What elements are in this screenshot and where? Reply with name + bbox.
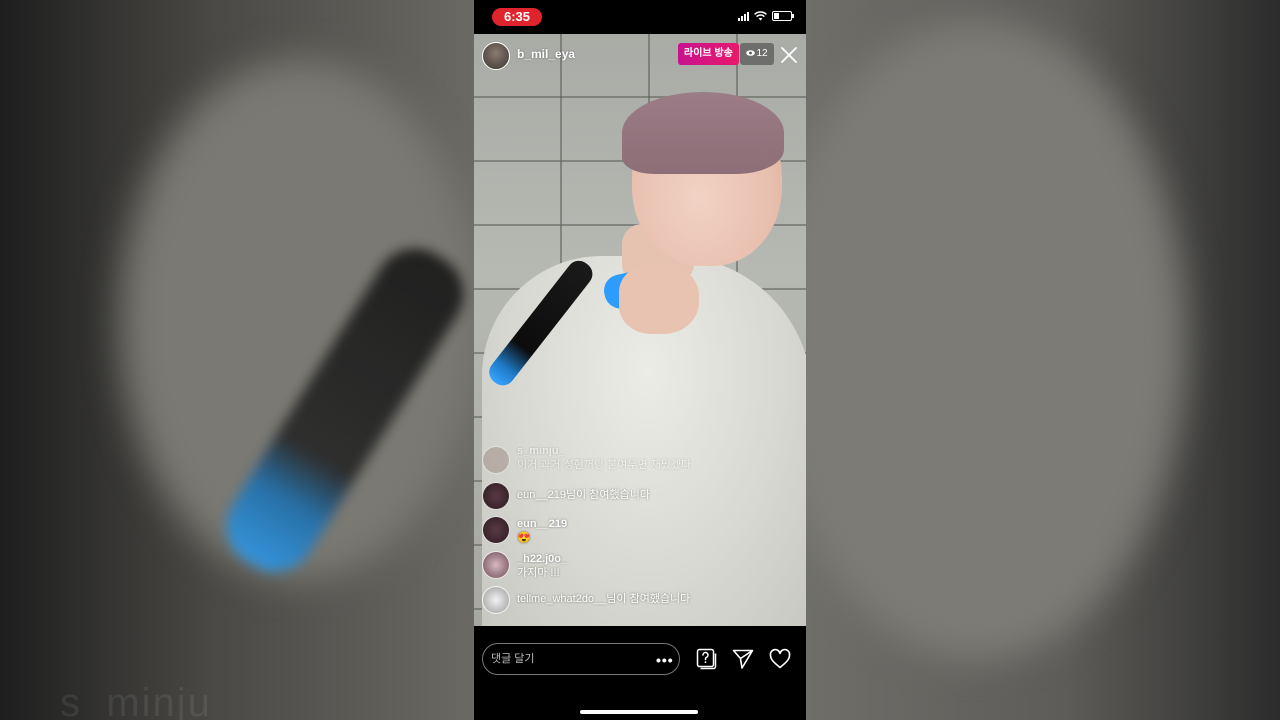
join-text: tellme_what2do__님이 참여했습니다 [517, 593, 691, 605]
join-notice: tellme_what2do__님이 참여했습니다 [482, 586, 690, 614]
battery-icon [772, 11, 794, 21]
performer-hand [619, 264, 699, 334]
comment-item: s_minju_ 이거 과거 성현꺼랑 붙여두면 재밌겠다 [482, 444, 692, 474]
signal-icon [738, 11, 749, 21]
comment-text: 이거 과거 성현꺼랑 붙여두면 재밌겠다 [517, 459, 692, 471]
home-indicator[interactable] [580, 710, 698, 714]
viewer-count-badge[interactable]: 12 [740, 43, 774, 65]
live-badge: 라이브 방송 [678, 43, 739, 65]
send-icon[interactable] [731, 647, 755, 671]
status-time: 6:35 [492, 8, 542, 26]
comment-input[interactable]: 댓글 달기 [482, 643, 680, 675]
bottom-bar: 댓글 달기 ••• [474, 626, 806, 720]
avatar[interactable] [482, 446, 510, 474]
live-header: b_mil_eya 라이브 방송 12 [474, 34, 806, 74]
eye-icon [746, 50, 756, 57]
heart-icon[interactable] [768, 647, 792, 671]
avatar[interactable] [482, 482, 510, 510]
comment-user[interactable]: _h22.j0o_ [517, 552, 567, 566]
phone-screen: 6:35 b_mil_eya 라이브 방송 12 s_minju_ 이거 과거 … [474, 0, 806, 720]
blurred-background-left: s_minju [0, 0, 474, 720]
status-icons [738, 11, 794, 21]
host-avatar[interactable] [482, 42, 510, 70]
host-username[interactable]: b_mil_eya [517, 47, 575, 61]
comment-item: eun__219 😍 [482, 516, 567, 545]
blurred-caption: s_minju [60, 681, 212, 720]
comment-user[interactable]: s_minju_ [517, 444, 691, 458]
performer-hair [622, 92, 784, 174]
avatar[interactable] [482, 586, 510, 614]
comment-item: _h22.j0o_ 가지마 !!! [482, 551, 567, 580]
blurred-sweater-right [806, 20, 1186, 660]
join-text: eun__219님이 참여했습니다 [517, 489, 650, 501]
question-icon[interactable] [694, 647, 718, 671]
comment-user[interactable]: eun__219 [517, 517, 567, 531]
avatar[interactable] [482, 516, 510, 544]
comment-text: 가지마 !!! [517, 567, 560, 579]
close-icon[interactable] [780, 46, 798, 64]
wifi-icon [754, 11, 767, 21]
comment-text: 😍 [517, 532, 531, 544]
avatar[interactable] [482, 551, 510, 579]
blurred-background-right [806, 0, 1280, 720]
join-notice: eun__219님이 참여했습니다 [482, 482, 650, 510]
more-options-button[interactable]: ••• [656, 652, 674, 668]
viewer-count: 12 [756, 48, 768, 59]
status-bar: 6:35 [474, 0, 806, 34]
